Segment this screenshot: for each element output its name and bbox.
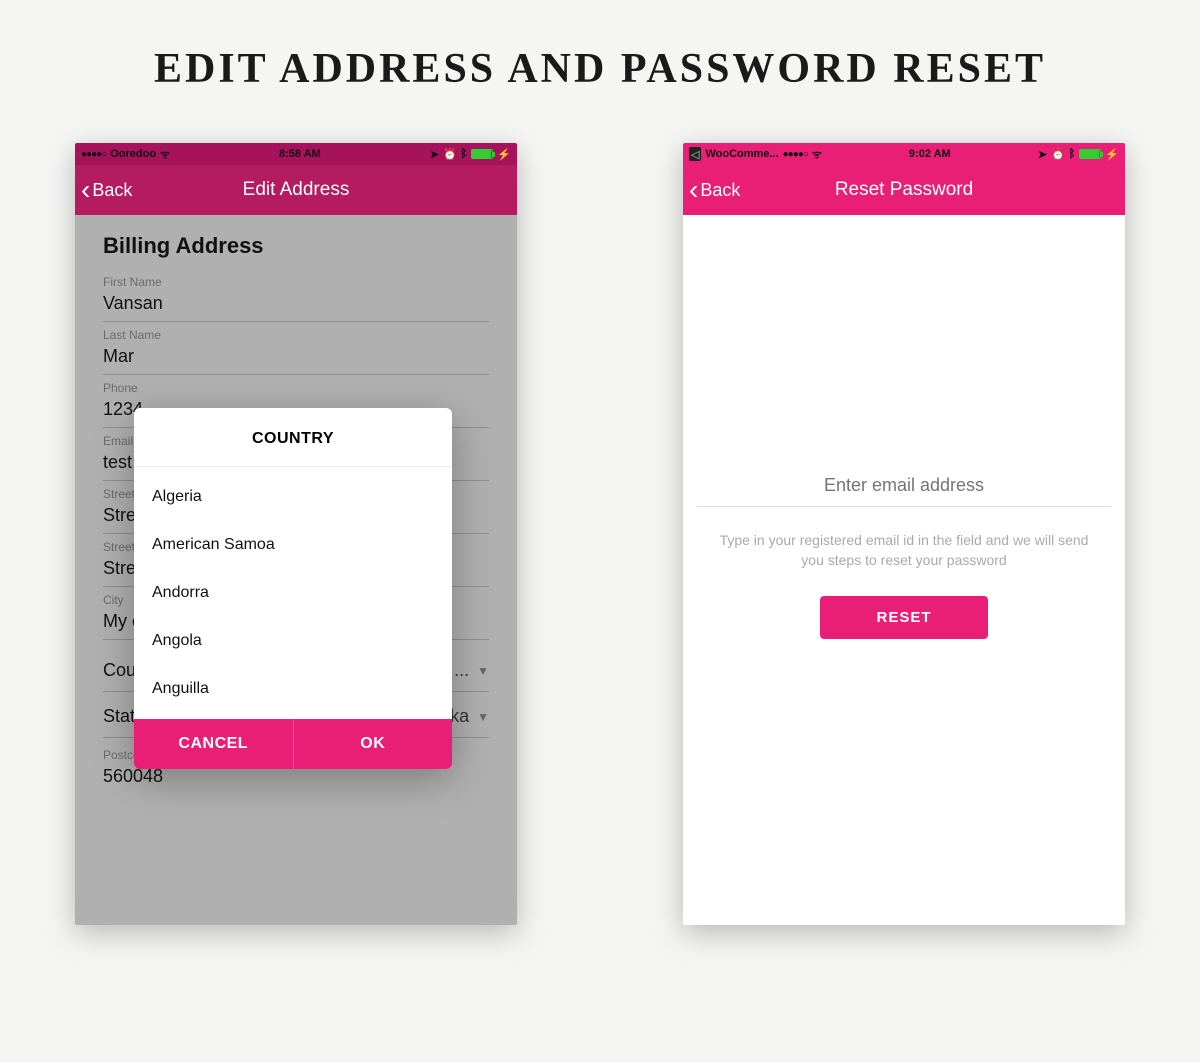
reset-button[interactable]: RESET (820, 596, 987, 639)
page-title: EDIT ADDRESS AND PASSWORD RESET (0, 0, 1200, 93)
app-breadcrumb[interactable]: WooComme... (705, 148, 778, 160)
chevron-left-icon: ‹ (689, 176, 698, 204)
nav-title: Reset Password (683, 179, 1125, 201)
alarm-icon: ⏰ (443, 148, 457, 161)
wifi-icon: ᯤ (812, 147, 822, 162)
back-button[interactable]: ‹ Back (75, 176, 132, 204)
help-text: Type in your registered email id in the … (697, 507, 1111, 570)
nav-title: Edit Address (75, 179, 517, 201)
status-bar: ◁ WooComme... ●●●●○ ᯤ 9:02 AM ➤ ⏰ ᛒ ⚡ (683, 143, 1125, 165)
nav-bar: ‹ Back Edit Address (75, 165, 517, 215)
chevron-down-icon: ▼ (477, 710, 489, 724)
country-option[interactable]: Angola (134, 617, 452, 665)
cancel-button[interactable]: CANCEL (134, 719, 294, 769)
country-option[interactable]: American Samoa (134, 521, 452, 569)
country-option[interactable]: Anguilla (134, 665, 452, 713)
location-icon: ➤ (430, 148, 439, 161)
alarm-icon: ⏰ (1051, 148, 1065, 161)
location-icon: ➤ (1038, 148, 1047, 161)
bluetooth-icon: ᛒ (461, 148, 468, 160)
signal-dots: ●●●●○ (81, 149, 106, 160)
status-time: 9:02 AM (909, 148, 951, 160)
battery-icon (1079, 149, 1101, 159)
phone-reset-password: ◁ WooComme... ●●●●○ ᯤ 9:02 AM ➤ ⏰ ᛒ ⚡ ‹ … (683, 143, 1125, 925)
signal-dots: ●●●●○ (783, 149, 808, 160)
status-time: 8:58 AM (279, 148, 321, 160)
charging-icon: ⚡ (1105, 148, 1119, 161)
modal-title: COUNTRY (134, 408, 452, 467)
last-name-input[interactable]: Mar (103, 346, 489, 375)
first-name-label: First Name (103, 275, 489, 289)
back-label: Back (92, 180, 132, 201)
chevron-left-icon: ‹ (81, 176, 90, 204)
section-title: Billing Address (103, 233, 489, 259)
wifi-icon: ᯤ (160, 147, 170, 162)
back-to-app-icon[interactable]: ◁ (689, 147, 701, 161)
postcode-input[interactable]: 560048 (103, 766, 489, 794)
email-field[interactable] (697, 465, 1111, 507)
nav-bar: ‹ Back Reset Password (683, 165, 1125, 215)
status-bar: ●●●●○ Ooredoo ᯤ 8:58 AM ➤ ⏰ ᛒ ⚡ (75, 143, 517, 165)
back-button[interactable]: ‹ Back (683, 176, 740, 204)
phone-edit-address: ●●●●○ Ooredoo ᯤ 8:58 AM ➤ ⏰ ᛒ ⚡ ‹ Back E… (75, 143, 517, 925)
carrier-label: Ooredoo (110, 148, 156, 160)
charging-icon: ⚡ (497, 148, 511, 161)
last-name-label: Last Name (103, 328, 489, 342)
bluetooth-icon: ᛒ (1069, 148, 1076, 160)
country-option[interactable]: Algeria (134, 473, 452, 521)
back-label: Back (700, 180, 740, 201)
first-name-input[interactable]: Vansan (103, 293, 489, 322)
battery-icon (471, 149, 493, 159)
country-modal: COUNTRY Algeria American Samoa Andorra A… (134, 408, 452, 769)
chevron-down-icon: ▼ (477, 664, 489, 678)
phone-label: Phone (103, 381, 489, 395)
ok-button[interactable]: OK (294, 719, 453, 769)
country-option[interactable]: Andorra (134, 569, 452, 617)
